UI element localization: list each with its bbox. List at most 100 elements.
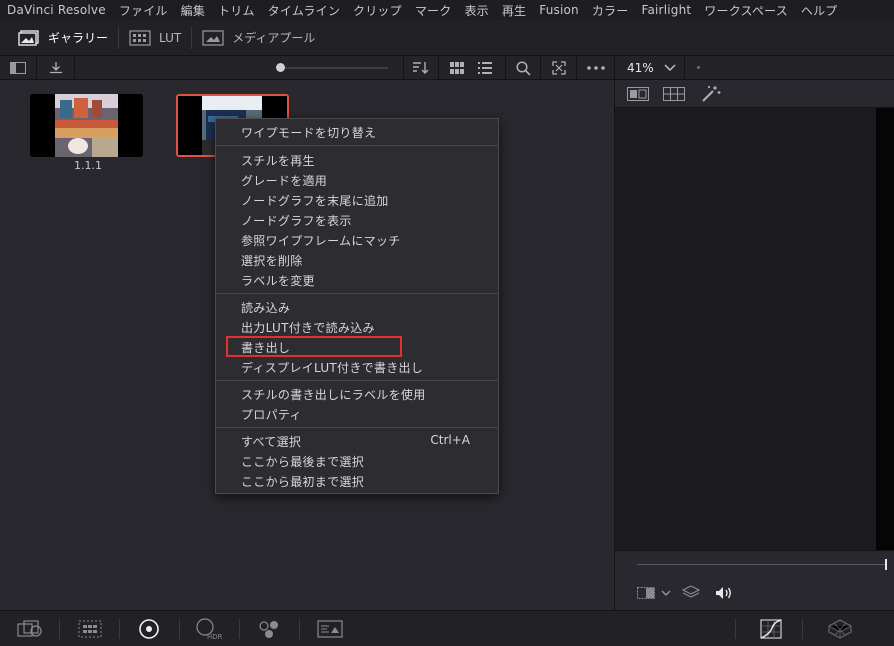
menu-item-select-all[interactable]: すべて選択 [241, 433, 301, 450]
viewer-screen[interactable] [615, 108, 876, 550]
menu-trim[interactable]: トリム [218, 2, 255, 19]
sort-button[interactable] [404, 56, 438, 80]
tracker-icon [139, 619, 159, 639]
sidebar-toggle-icon [10, 62, 26, 74]
camera-raw-button[interactable] [14, 611, 46, 646]
palette-divider [299, 619, 300, 639]
page-toolbar: ギャラリー LUT メディアプール [0, 20, 894, 56]
menu-separator [216, 293, 498, 294]
menu-fusion[interactable]: Fusion [539, 3, 579, 17]
grab-still-button[interactable] [37, 56, 74, 80]
menu-timeline[interactable]: タイムライン [268, 2, 340, 19]
menu-item-match-reference-wipe[interactable]: 参照ワイプフレームにマッチ [241, 232, 401, 249]
grid-view-button[interactable] [446, 56, 468, 80]
menu-item-import-with-output-lut[interactable]: 出力LUT付きで読み込み [241, 319, 375, 336]
menu-item-use-labels-on-export[interactable]: スチルの書き出しにラベルを使用 [241, 386, 426, 403]
menu-workspace[interactable]: ワークスペース [704, 2, 788, 19]
menu-item-append-node-graph[interactable]: ノードグラフを末尾に追加 [241, 192, 389, 209]
more-options-button[interactable] [577, 56, 614, 80]
expand-button[interactable] [541, 56, 576, 80]
menu-file[interactable]: ファイル [119, 2, 168, 19]
svg-text:HDR: HDR [207, 633, 222, 641]
menu-item-import[interactable]: 読み込み [241, 299, 290, 316]
sort-icon [413, 62, 429, 74]
menu-item-delete-selected[interactable]: 選択を削除 [241, 252, 303, 269]
download-icon [49, 62, 62, 74]
lut-button[interactable]: LUT [119, 20, 191, 56]
primaries-button[interactable] [134, 611, 164, 646]
menu-item-play-still[interactable]: スチルを再生 [241, 152, 315, 169]
menu-bar: DaVinci Resolve ファイル 編集 トリム タイムライン クリップ … [0, 0, 894, 20]
rgb-mixer-button[interactable] [254, 611, 286, 646]
menu-view[interactable]: 表示 [464, 2, 488, 19]
3d-lut-button[interactable] [824, 611, 856, 646]
menu-edit[interactable]: 編集 [181, 2, 205, 19]
menu-davinci-resolve[interactable]: DaVinci Resolve [7, 3, 106, 17]
magic-wand-icon[interactable] [701, 85, 721, 103]
palette-divider [239, 619, 240, 639]
color-match-button[interactable] [74, 611, 106, 646]
thumbnail-size-slider[interactable] [280, 67, 388, 69]
palette-bar: HDR [0, 610, 894, 646]
sidebar-toggle-button[interactable] [0, 56, 36, 80]
viewer-side-strip [876, 108, 894, 550]
menu-fairlight[interactable]: Fairlight [641, 3, 691, 17]
curves-button[interactable] [755, 611, 787, 646]
still-thumbnail[interactable] [30, 94, 143, 157]
gallery-header [0, 56, 614, 80]
menu-separator [216, 380, 498, 381]
menu-separator [216, 145, 498, 146]
menu-item-apply-grade[interactable]: グレードを適用 [241, 172, 327, 189]
menu-item-display-node-graph[interactable]: ノードグラフを表示 [241, 212, 352, 229]
header-divider [683, 55, 685, 80]
motion-effects-button[interactable] [314, 611, 346, 646]
chevron-down-icon[interactable] [664, 64, 676, 72]
menu-color[interactable]: カラー [592, 2, 629, 19]
menu-help[interactable]: ヘルプ [801, 2, 838, 19]
qualifier-icon [78, 620, 102, 638]
menu-shortcut-select-all: Ctrl+A [430, 433, 470, 447]
menu-mark[interactable]: マーク [415, 2, 452, 19]
split-view-icon[interactable] [627, 87, 649, 101]
header-divider [74, 56, 75, 80]
grid-view-icon[interactable] [663, 87, 685, 101]
palette-divider [59, 619, 60, 639]
thumbnail-size-slider-thumb[interactable] [276, 63, 285, 72]
still-context-menu: ワイプモードを切り替え スチルを再生 グレードを適用 ノードグラフを末尾に追加 … [215, 118, 499, 494]
palette-divider [179, 619, 180, 639]
media-pool-label: メディアプール [232, 31, 316, 45]
search-icon [515, 60, 531, 76]
lut-icon [129, 29, 151, 46]
gallery-label: ギャラリー [48, 31, 109, 45]
menu-separator [216, 427, 498, 428]
chevron-down-icon[interactable] [661, 590, 671, 597]
scrub-bar[interactable] [637, 564, 885, 565]
hdr-icon: HDR [196, 618, 222, 641]
gallery-button[interactable]: ギャラリー [0, 20, 118, 56]
menu-item-select-to-end[interactable]: ここから最後まで選択 [241, 453, 364, 470]
export-highlight-box [226, 336, 402, 357]
menu-item-toggle-wipe-mode[interactable]: ワイプモードを切り替え [241, 124, 376, 141]
list-view-icon [478, 62, 492, 74]
media-pool-button[interactable]: メディアプール [192, 20, 325, 56]
still-image [30, 94, 143, 157]
viewer-scrubber-area [615, 550, 894, 610]
expand-icon [551, 61, 566, 75]
layers-icon[interactable] [682, 585, 700, 599]
menu-item-properties[interactable]: プロパティ [241, 406, 302, 423]
menu-item-change-label[interactable]: ラベルを変更 [241, 272, 315, 289]
zoom-level[interactable]: 41% [627, 61, 654, 75]
playhead[interactable] [885, 559, 887, 570]
search-button[interactable] [506, 56, 540, 80]
header-divider [438, 56, 439, 80]
viewer-toolbar [615, 80, 894, 108]
menu-playback[interactable]: 再生 [502, 2, 526, 19]
menu-item-select-to-start[interactable]: ここから最初まで選択 [241, 473, 364, 490]
split-view-icon[interactable] [637, 587, 655, 599]
menu-clip[interactable]: クリップ [353, 2, 402, 19]
menu-item-export-with-display-lut[interactable]: ディスプレイLUT付きで書き出し [241, 359, 423, 376]
speaker-icon[interactable] [715, 586, 733, 600]
list-view-button[interactable] [474, 56, 496, 80]
hdr-button[interactable]: HDR [192, 611, 224, 646]
lut-label: LUT [159, 30, 182, 45]
